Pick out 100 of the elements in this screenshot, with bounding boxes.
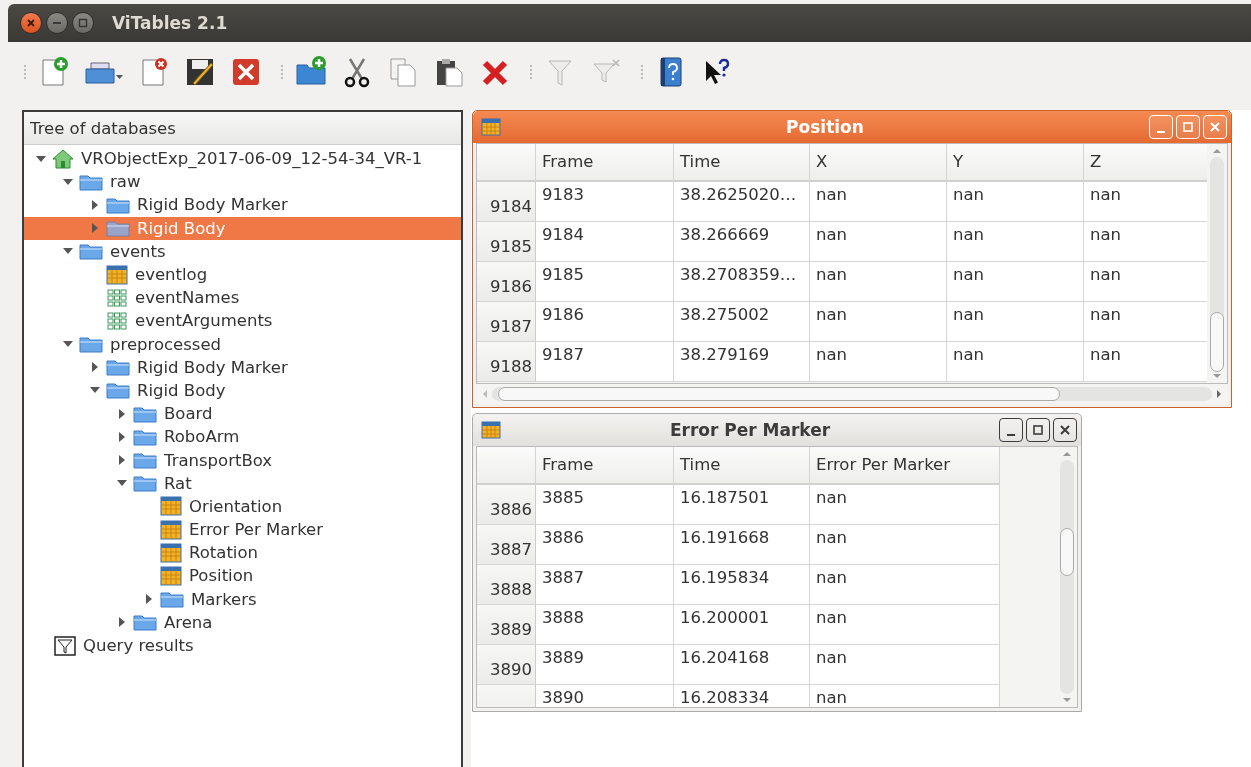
scroll-thumb[interactable]: [1060, 528, 1074, 576]
close-icon: [26, 18, 36, 28]
folder-icon: [106, 219, 130, 238]
scroll-down-icon[interactable]: [1063, 697, 1071, 703]
expand-arrow-icon[interactable]: [117, 617, 127, 628]
row-header[interactable]: 9188: [477, 342, 536, 382]
scroll-thumb[interactable]: [1210, 312, 1224, 372]
tree-item[interactable]: Markers: [24, 587, 461, 611]
grid-icon: [106, 310, 128, 331]
tree-item[interactable]: Rat: [24, 471, 461, 495]
tree-item[interactable]: Position: [24, 564, 461, 588]
tree-item[interactable]: Arena: [24, 610, 461, 634]
folder-icon: [133, 451, 157, 470]
folder-icon: [106, 381, 130, 400]
row-header[interactable]: 9186: [477, 262, 536, 302]
expand-arrow-icon[interactable]: [90, 362, 100, 373]
vertical-scrollbar[interactable]: [1207, 144, 1227, 383]
expand-arrow-icon[interactable]: [117, 408, 127, 419]
folder-icon: [79, 172, 103, 191]
scroll-right-icon[interactable]: [1216, 390, 1222, 398]
column-header[interactable]: Time: [674, 144, 810, 182]
folder-icon: [106, 195, 130, 214]
tree-item[interactable]: Rigid Body Marker: [24, 355, 461, 379]
row-header[interactable]: 3889: [477, 605, 536, 645]
tree-item[interactable]: Rotation: [24, 541, 461, 565]
subwindow-title: Error Per Marker: [668, 420, 832, 440]
collapse-arrow-icon[interactable]: [63, 176, 73, 187]
tree-item[interactable]: Query results: [24, 633, 461, 658]
tree-item[interactable]: raw: [24, 170, 461, 194]
minimize-button[interactable]: [999, 418, 1023, 442]
scroll-thumb[interactable]: [498, 387, 1060, 401]
table-icon: [160, 565, 182, 586]
column-header[interactable]: Z: [1084, 144, 1207, 182]
column-header[interactable]: Error Per Marker: [810, 447, 1000, 485]
house-icon: [52, 148, 74, 169]
table-cell: nan: [947, 182, 1084, 222]
tree-item[interactable]: eventArguments: [24, 309, 461, 333]
row-header[interactable]: 3886: [477, 485, 536, 525]
collapse-arrow-icon[interactable]: [36, 153, 46, 164]
tree-item[interactable]: Rigid Body: [24, 378, 461, 403]
table-cell: 9186: [536, 302, 674, 342]
folder-icon: [133, 427, 157, 446]
scroll-up-icon[interactable]: [1063, 451, 1071, 457]
table-icon: [160, 519, 182, 540]
tree-item[interactable]: VRObjectExp_2017-06-09_12-54-34_VR-1: [24, 147, 461, 171]
vertical-scrollbar[interactable]: [1057, 447, 1077, 707]
expand-arrow-icon[interactable]: [90, 199, 100, 210]
tree-item[interactable]: Error Per Marker: [24, 518, 461, 542]
corner-header: [477, 144, 536, 182]
table-cell: 3887: [536, 565, 674, 605]
tree-item[interactable]: Orientation: [24, 494, 461, 518]
tree-item[interactable]: Rigid Body Marker: [24, 193, 461, 217]
table-cell: 9187: [536, 342, 674, 382]
tree-item[interactable]: TransportBox: [24, 448, 461, 472]
table-cell: nan: [810, 262, 947, 302]
table-icon: [160, 496, 182, 517]
table-cell: 9184: [536, 222, 674, 262]
table-cell: nan: [1084, 262, 1207, 302]
close-button[interactable]: [1053, 418, 1077, 442]
tree-item[interactable]: Board: [24, 402, 461, 426]
expand-arrow-icon[interactable]: [117, 455, 127, 466]
column-header[interactable]: Frame: [536, 144, 674, 182]
row-header[interactable]: 9185: [477, 222, 536, 262]
window-title: ViTables 2.1: [112, 13, 228, 33]
table-cell: nan: [810, 222, 947, 262]
table-cell: 16.204168: [674, 645, 810, 685]
tree-item[interactable]: eventlog: [24, 262, 461, 287]
folder-icon: [133, 404, 157, 423]
close-button[interactable]: [20, 12, 42, 34]
row-header[interactable]: 3888: [477, 565, 536, 605]
row-header[interactable]: 9187: [477, 302, 536, 342]
row-header[interactable]: 3887: [477, 525, 536, 565]
expand-arrow-icon[interactable]: [144, 594, 154, 605]
close-icon: [1059, 424, 1071, 436]
table-cell: 9185: [536, 262, 674, 302]
table-cell: 3889: [536, 645, 674, 685]
table-cell: nan: [1084, 182, 1207, 222]
row-header[interactable]: 3890: [477, 645, 536, 685]
column-header[interactable]: Frame: [536, 447, 674, 485]
table-cell: 38.2625020…: [674, 182, 810, 222]
table-cell: 16.195834: [674, 565, 810, 605]
funnel-icon: [54, 635, 76, 656]
tree-item[interactable]: RoboArm: [24, 425, 461, 449]
table-icon: [481, 118, 501, 136]
table-cell: 16.200001: [674, 605, 810, 645]
column-header[interactable]: Time: [674, 447, 810, 485]
table-cell: nan: [810, 685, 1000, 707]
row-header[interactable]: 9184: [477, 182, 536, 222]
subwindow-title-bar[interactable]: Error Per Marker: [473, 414, 1081, 446]
tree-item[interactable]: events: [24, 239, 461, 263]
table-cell: 3890: [536, 685, 674, 707]
table-cell: nan: [810, 525, 1000, 565]
expand-arrow-icon[interactable]: [117, 431, 127, 442]
column-header[interactable]: Y: [947, 144, 1084, 182]
table-cell: 16.191668: [674, 525, 810, 565]
scroll-up-icon[interactable]: [1213, 148, 1221, 154]
maximize-button[interactable]: [1026, 418, 1050, 442]
tree-item[interactable]: preprocessed: [24, 332, 461, 356]
tree-item[interactable]: eventNames: [24, 286, 461, 310]
column-header[interactable]: X: [810, 144, 947, 182]
